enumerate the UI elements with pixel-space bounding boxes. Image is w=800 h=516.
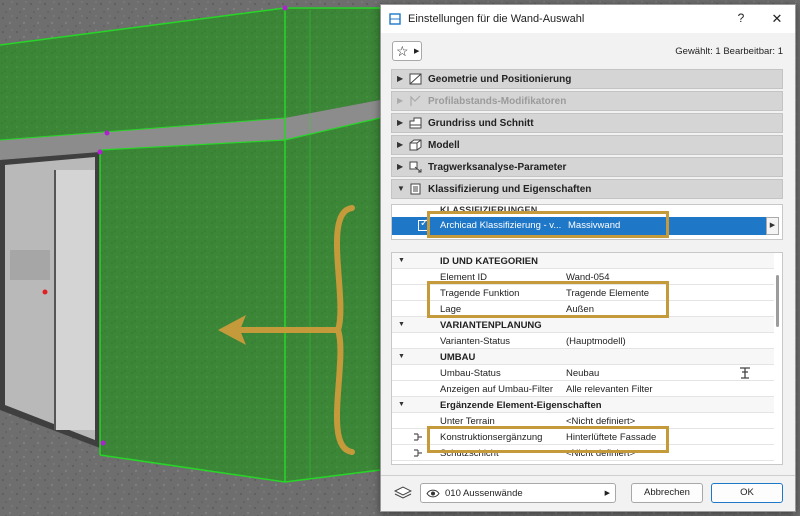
group-title: VARIANTENPLANUNG bbox=[440, 320, 542, 331]
layer-dropdown[interactable]: 010 Aussenwände ▶ bbox=[420, 483, 616, 503]
section-label: Grundriss und Schnitt bbox=[428, 118, 534, 129]
cancel-button[interactable]: Abbrechen bbox=[631, 483, 703, 503]
profile-modifier-icon bbox=[410, 95, 421, 106]
link-icon bbox=[414, 433, 422, 441]
section-grundriss[interactable]: ▶ Grundriss und Schnitt bbox=[391, 113, 783, 133]
selection-info: Gewählt: 1 Bearbeitbar: 1 bbox=[675, 46, 783, 57]
property-name: Varianten-Status bbox=[440, 336, 511, 347]
scrollbar-thumb[interactable] bbox=[776, 275, 779, 327]
collapse-arrow-icon: ▼ bbox=[398, 401, 405, 408]
expand-arrow-icon: ▶ bbox=[397, 96, 404, 105]
highlight-classification bbox=[427, 211, 669, 238]
collapse-arrow-icon: ▼ bbox=[397, 184, 405, 193]
expand-arrow-icon: ▶ bbox=[397, 140, 404, 149]
star-icon: ☆ bbox=[396, 43, 409, 59]
collapse-arrow-icon: ▼ bbox=[398, 353, 405, 360]
property-group-header[interactable]: ▼ UMBAU bbox=[392, 349, 774, 365]
dialog-title: Einstellungen für die Wand-Auswahl bbox=[408, 13, 585, 25]
section-klassifizierung[interactable]: ▼ Klassifizierung und Eigenschaften bbox=[391, 179, 783, 199]
collapse-arrow-icon: ▼ bbox=[398, 321, 405, 328]
section-label: Modell bbox=[428, 140, 460, 151]
properties-scrollbar[interactable] bbox=[776, 255, 781, 463]
section-label: Klassifizierung und Eigenschaften bbox=[428, 184, 592, 195]
ok-button[interactable]: OK bbox=[711, 483, 783, 503]
section-geometrie[interactable]: ▶ Geometrie und Positionierung bbox=[391, 69, 783, 89]
expand-arrow-icon: ▶ bbox=[397, 162, 404, 171]
property-row[interactable]: Varianten-Status (Hauptmodell) bbox=[392, 333, 774, 349]
property-name: Umbau-Status bbox=[440, 368, 501, 379]
section-tragwerk[interactable]: ▶ Tragwerksanalyse-Parameter bbox=[391, 157, 783, 177]
footer-divider bbox=[381, 475, 795, 476]
expand-arrow-icon: ▶ bbox=[397, 74, 404, 83]
layers-icon bbox=[394, 486, 412, 499]
eye-icon bbox=[426, 489, 440, 498]
property-name: Anzeigen auf Umbau-Filter bbox=[440, 384, 553, 395]
wall-tool-icon bbox=[389, 13, 401, 25]
link-icon bbox=[414, 449, 422, 457]
section-label: Profilabstands-Modifikatoren bbox=[428, 96, 567, 107]
property-group-header[interactable]: ▼ VARIANTENPLANUNG bbox=[392, 317, 774, 333]
highlight-construction-addition bbox=[427, 426, 669, 453]
property-value[interactable]: (Hauptmodell) bbox=[566, 336, 626, 347]
favorites-button[interactable]: ☆ ▶ bbox=[392, 41, 422, 61]
close-button[interactable]: ✕ bbox=[771, 11, 783, 27]
section-label: Geometrie und Positionierung bbox=[428, 74, 572, 85]
property-group-header[interactable]: ▼ ID UND KATEGORIEN bbox=[392, 253, 774, 269]
classification-icon bbox=[410, 183, 421, 195]
help-button[interactable]: ? bbox=[735, 11, 747, 25]
layer-name: 010 Aussenwände bbox=[445, 488, 523, 499]
property-group-header[interactable]: ▼ Ergänzende Element-Eigenschaften bbox=[392, 397, 774, 413]
dialog-titlebar[interactable]: Einstellungen für die Wand-Auswahl ? ✕ bbox=[381, 5, 795, 33]
highlight-structure-location bbox=[427, 281, 669, 318]
structural-analysis-icon bbox=[409, 161, 422, 173]
section-profilabstand: ▶ Profilabstands-Modifikatoren bbox=[391, 91, 783, 111]
property-row[interactable]: Umbau-Status Neubau bbox=[392, 365, 774, 381]
group-title: Ergänzende Element-Eigenschaften bbox=[440, 400, 602, 411]
group-title: UMBAU bbox=[440, 352, 476, 363]
section-label: Tragwerksanalyse-Parameter bbox=[428, 162, 567, 173]
renovation-icon[interactable] bbox=[738, 366, 752, 380]
group-title: ID UND KATEGORIEN bbox=[440, 256, 538, 267]
floorplan-icon bbox=[409, 117, 422, 129]
expand-arrow-icon: ▶ bbox=[397, 118, 404, 127]
classification-picker-button[interactable]: ▶ bbox=[766, 217, 779, 235]
property-value[interactable]: Alle relevanten Filter bbox=[566, 384, 653, 395]
geometry-icon bbox=[409, 73, 422, 85]
chevron-right-icon: ▶ bbox=[414, 48, 420, 55]
property-row[interactable]: Anzeigen auf Umbau-Filter Alle relevante… bbox=[392, 381, 774, 397]
property-value[interactable]: Neubau bbox=[566, 368, 599, 379]
section-modell[interactable]: ▶ Modell bbox=[391, 135, 783, 155]
model-icon bbox=[409, 139, 422, 151]
chevron-right-icon: ▶ bbox=[604, 490, 610, 497]
collapse-arrow-icon: ▼ bbox=[398, 257, 405, 264]
